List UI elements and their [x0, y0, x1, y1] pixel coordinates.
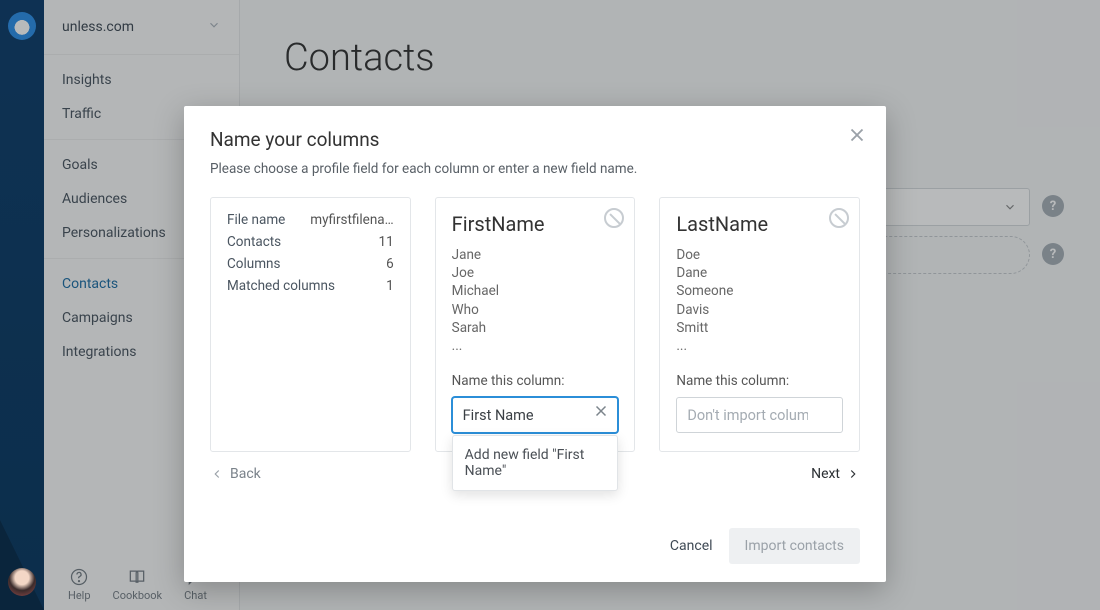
summary-columns-label: Columns: [227, 256, 280, 272]
back-label: Back: [230, 466, 261, 482]
summary-card: File name myfirstfilena… Contacts 11 Col…: [210, 197, 411, 452]
column-header: FirstName: [452, 212, 619, 236]
summary-filename: myfirstfilena…: [310, 212, 393, 228]
column-preview: Doe Dane Someone Davis Smitt ...: [676, 246, 843, 355]
column-card-lastname: LastName Doe Dane Someone Davis Smitt ..…: [659, 197, 860, 452]
name-column-label: Name this column:: [452, 373, 619, 389]
next-label: Next: [811, 466, 840, 482]
summary-contacts: 11: [378, 234, 393, 250]
summary-columns: 6: [386, 256, 394, 272]
column-card-firstname: FirstName Jane Joe Michael Who Sarah ...…: [435, 197, 636, 452]
cancel-button[interactable]: Cancel: [670, 538, 713, 554]
column-header: LastName: [676, 212, 843, 236]
dialog-title: Name your columns: [210, 128, 860, 151]
summary-filename-label: File name: [227, 212, 285, 228]
summary-matched: 1: [386, 278, 394, 294]
skip-column-icon[interactable]: [604, 208, 624, 228]
add-field-option[interactable]: Add new field "First Name": [452, 435, 619, 491]
column-name-input[interactable]: [676, 397, 843, 433]
clear-input-icon[interactable]: [592, 402, 610, 420]
next-button[interactable]: Next: [659, 466, 860, 482]
avatar[interactable]: [8, 568, 36, 596]
skip-column-icon[interactable]: [829, 208, 849, 228]
column-preview: Jane Joe Michael Who Sarah ...: [452, 246, 619, 355]
import-button[interactable]: Import contacts: [729, 528, 860, 564]
back-button[interactable]: Back: [210, 466, 411, 482]
name-column-label: Name this column:: [676, 373, 843, 389]
import-dialog: Name your columns Please choose a profil…: [184, 106, 886, 582]
summary-contacts-label: Contacts: [227, 234, 281, 250]
close-icon[interactable]: [846, 124, 868, 146]
dialog-subtitle: Please choose a profile field for each c…: [210, 161, 860, 177]
summary-matched-label: Matched columns: [227, 278, 335, 294]
